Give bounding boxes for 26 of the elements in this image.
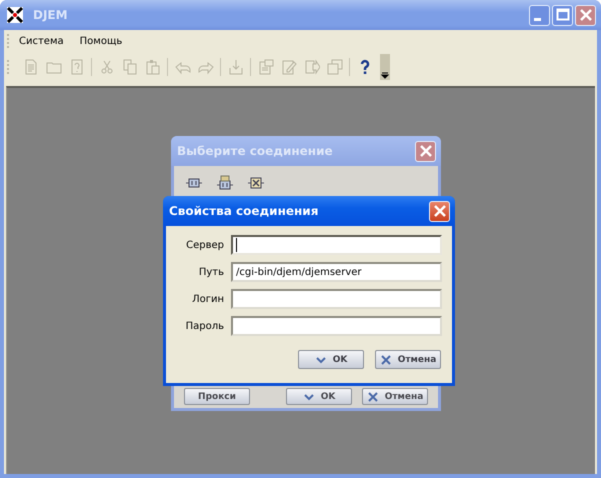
field-label: Путь xyxy=(198,266,224,278)
field-label: Пароль xyxy=(184,320,224,332)
app-logo-icon xyxy=(7,7,23,23)
window-title: DJEM xyxy=(33,8,69,22)
dialog-button[interactable]: Прокси xyxy=(184,388,250,405)
dialog-title: Свойства соединения xyxy=(169,204,320,218)
field-label: Логин xyxy=(191,294,224,304)
close-icon xyxy=(366,392,379,402)
close-button[interactable] xyxy=(415,140,436,162)
input-field[interactable] xyxy=(231,316,442,336)
input-field[interactable] xyxy=(231,289,442,309)
field-label: Сервер xyxy=(185,240,224,250)
check-icon xyxy=(302,392,315,402)
connector-icon[interactable] xyxy=(248,175,264,191)
close-icon xyxy=(380,354,392,364)
dialog-button[interactable]: Отмена xyxy=(362,388,428,405)
dialog-button[interactable]: Отмена xyxy=(375,350,441,369)
dialog-button[interactable]: OK xyxy=(286,388,352,405)
connector-icon[interactable] xyxy=(216,175,232,191)
check-icon xyxy=(314,354,327,364)
input-field[interactable]: /cgi-bin/djem/djemserver xyxy=(231,262,442,282)
close-button[interactable] xyxy=(429,200,450,222)
dialog-button[interactable]: OK xyxy=(298,350,364,369)
input-field[interactable] xyxy=(231,235,442,255)
minimize-icon xyxy=(534,18,541,20)
dialog-title: Выберите соединение xyxy=(177,144,334,158)
